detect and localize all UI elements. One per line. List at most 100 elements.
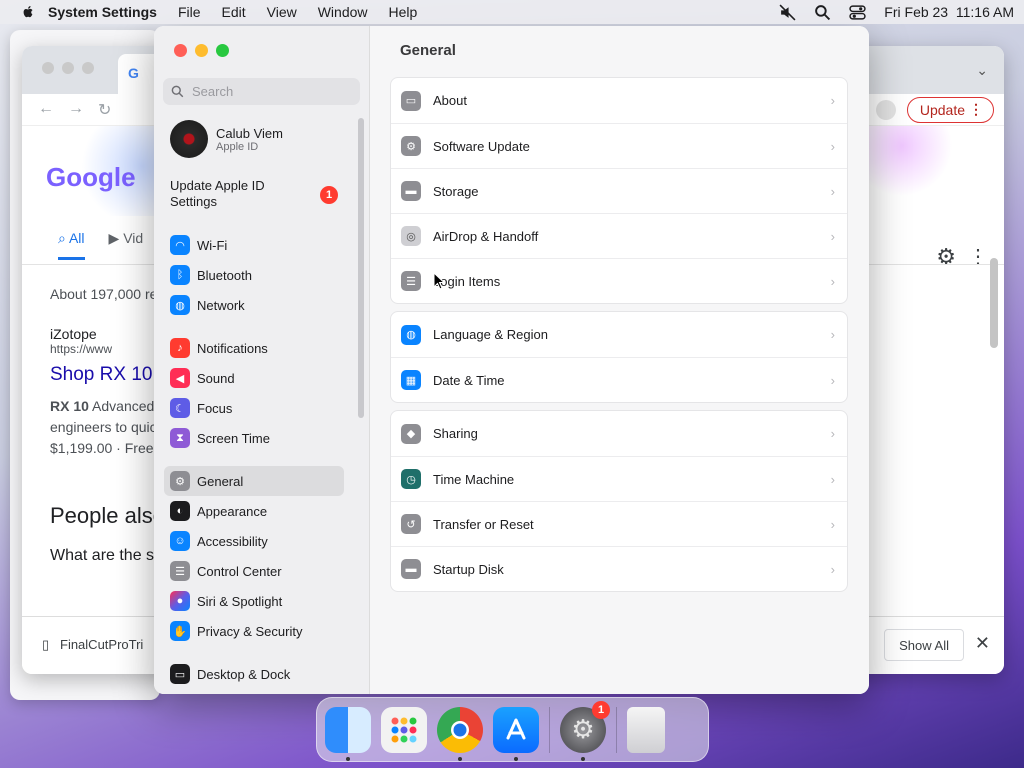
- sidebar-item-control-center[interactable]: ☰ Control Center: [164, 556, 344, 586]
- chrome-update-button[interactable]: Update ⋮: [906, 97, 994, 123]
- mute-icon[interactable]: [779, 3, 796, 21]
- avatar: [170, 120, 208, 158]
- row-airdrop-handoff[interactable]: ◎ AirDrop & Handoff ›: [391, 213, 847, 258]
- menu-help[interactable]: Help: [389, 4, 418, 20]
- tab-all[interactable]: ⌕ All: [58, 230, 85, 260]
- chevron-right-icon: ›: [830, 372, 835, 388]
- app-store-icon: [506, 718, 526, 739]
- chrome-close-button[interactable]: [42, 62, 54, 74]
- row-sharing[interactable]: ◆ Sharing ›: [391, 411, 847, 456]
- chrome-window-controls: [42, 62, 94, 74]
- sidebar-item-network[interactable]: ◍ Network: [164, 290, 344, 320]
- profile-avatar-icon[interactable]: [876, 100, 896, 120]
- menu-file[interactable]: File: [178, 4, 201, 20]
- close-button[interactable]: [174, 44, 187, 57]
- dock-launchpad[interactable]: [381, 706, 427, 753]
- chrome-icon: [451, 720, 469, 739]
- menu-window[interactable]: Window: [318, 4, 368, 20]
- tab-videos[interactable]: ▶ Vid: [109, 230, 144, 260]
- row-time-machine[interactable]: ◷ Time Machine ›: [391, 456, 847, 501]
- result-url[interactable]: https://www: [50, 342, 170, 356]
- kebab-menu-icon: ⋮: [969, 101, 983, 117]
- running-indicator: [458, 756, 462, 761]
- bell-icon: ♪: [170, 338, 190, 358]
- chevron-right-icon: ›: [830, 138, 835, 154]
- row-label: Date & Time: [433, 372, 505, 388]
- sidebar-item-wifi[interactable]: ◠ Wi-Fi: [164, 230, 344, 260]
- back-arrow-icon[interactable]: ←: [38, 100, 54, 120]
- sidebar-scrollbar[interactable]: [358, 118, 364, 418]
- close-download-bar-icon[interactable]: ✕: [975, 633, 990, 654]
- accessibility-icon: ☺: [170, 531, 190, 551]
- google-logo[interactable]: Google: [46, 162, 136, 193]
- row-about[interactable]: ▭ About ›: [391, 78, 847, 123]
- row-storage[interactable]: ▬ Storage ›: [391, 168, 847, 213]
- apple-menu-icon[interactable]: [20, 4, 36, 20]
- spotlight-search-icon[interactable]: [814, 4, 831, 21]
- search-tabs: ⌕ All ▶ Vid: [58, 230, 143, 260]
- row-language-region[interactable]: ◍ Language & Region ›: [391, 312, 847, 357]
- menu-datetime[interactable]: Fri Feb 23 11:16 AM: [884, 4, 1014, 20]
- row-transfer-reset[interactable]: ↺ Transfer or Reset ›: [391, 501, 847, 546]
- search-results: About 197,000 re iZotope https://www Sho…: [50, 286, 170, 565]
- row-label: Storage: [433, 183, 479, 199]
- row-software-update[interactable]: ⚙ Software Update ›: [391, 123, 847, 168]
- menu-app-name[interactable]: System Settings: [48, 4, 157, 20]
- menu-bar: System Settings File Edit View Window He…: [0, 0, 1024, 24]
- page-title: General: [400, 42, 456, 59]
- general-group-system: ▭ About › ⚙ Software Update › ▬ Storage › ◎ Air…: [390, 77, 848, 304]
- row-date-time[interactable]: ▦ Date & Time ›: [391, 357, 847, 402]
- menu-view[interactable]: View: [267, 4, 297, 20]
- sidebar-item-appearance[interactable]: ◐ Appearance: [164, 496, 344, 526]
- download-item[interactable]: ▯ FinalCutProTri: [42, 637, 143, 653]
- appearance-icon: ◐: [170, 501, 190, 521]
- settings-gear-icon[interactable]: ⚙: [936, 244, 956, 270]
- result-title-link[interactable]: Shop RX 10: [50, 364, 170, 386]
- settings-search-field[interactable]: Search: [163, 78, 360, 105]
- launchpad-icon: [391, 717, 417, 742]
- people-also-ask-heading: People also: [50, 503, 165, 528]
- zoom-button[interactable]: [216, 44, 229, 57]
- sidebar-item-desktop-dock[interactable]: ▭ Desktop & Dock: [164, 659, 344, 689]
- dock-finder[interactable]: [325, 706, 371, 761]
- reload-icon[interactable]: ↻: [98, 100, 111, 120]
- sidebar-item-notifications[interactable]: ♪ Notifications: [164, 333, 344, 363]
- sidebar-item-label: Notifications: [197, 340, 268, 356]
- chrome-minimize-button[interactable]: [62, 62, 74, 74]
- apps-menu-icon[interactable]: ⋮: [968, 244, 988, 269]
- dock-system-settings[interactable]: ⚙ 1: [560, 700, 610, 761]
- page-scrollbar[interactable]: [990, 258, 998, 348]
- gear-badge-icon: ⚙: [401, 136, 421, 156]
- dock-app-store[interactable]: [493, 706, 539, 761]
- people-also-ask-question[interactable]: What are the s: [50, 547, 170, 565]
- sidebar-item-accessibility[interactable]: ☺ Accessibility: [164, 526, 344, 556]
- dock: ⚙ 1: [316, 697, 709, 762]
- row-login-items[interactable]: ☰ Login Items ›: [391, 258, 847, 303]
- sidebar-item-bluetooth[interactable]: ᛒ Bluetooth: [164, 260, 344, 290]
- sidebar-item-focus[interactable]: ☾ Focus: [164, 393, 344, 423]
- sidebar-item-label: Accessibility: [197, 533, 268, 549]
- sidebar-item-privacy-security[interactable]: ✋ Privacy & Security: [164, 616, 344, 646]
- chevron-right-icon: ›: [830, 516, 835, 532]
- dock-trash[interactable]: [627, 706, 665, 753]
- apple-id-account[interactable]: Calub Viem Apple ID: [170, 120, 283, 158]
- menu-edit[interactable]: Edit: [222, 4, 246, 20]
- settings-content: General ▭ About › ⚙ Software Update › ▬ Stora…: [370, 26, 869, 694]
- sidebar-item-general[interactable]: ⚙ General: [164, 466, 344, 496]
- tab-search-chevron-icon[interactable]: ⌄: [976, 62, 988, 79]
- update-apple-id-settings[interactable]: Update Apple ID Settings: [170, 178, 280, 210]
- sidebar-item-sound[interactable]: ◀ Sound: [164, 363, 344, 393]
- forward-arrow-icon[interactable]: →: [68, 100, 84, 120]
- snippet-line-2: engineers to quic: [50, 419, 157, 435]
- chevron-right-icon: ›: [830, 561, 835, 577]
- sidebar-item-siri-spotlight[interactable]: ● Siri & Spotlight: [164, 586, 344, 616]
- control-center-icon[interactable]: [849, 4, 866, 21]
- laptop-icon: ▭: [401, 90, 421, 111]
- row-startup-disk[interactable]: ▬ Startup Disk ›: [391, 546, 847, 591]
- minimize-button[interactable]: [195, 44, 208, 57]
- sidebar-item-screen-time[interactable]: ⧗ Screen Time: [164, 423, 344, 453]
- chrome-zoom-button[interactable]: [82, 62, 94, 74]
- show-all-downloads-button[interactable]: Show All: [884, 629, 964, 661]
- dock-chrome[interactable]: [437, 706, 483, 761]
- bluetooth-icon: ᛒ: [170, 265, 190, 285]
